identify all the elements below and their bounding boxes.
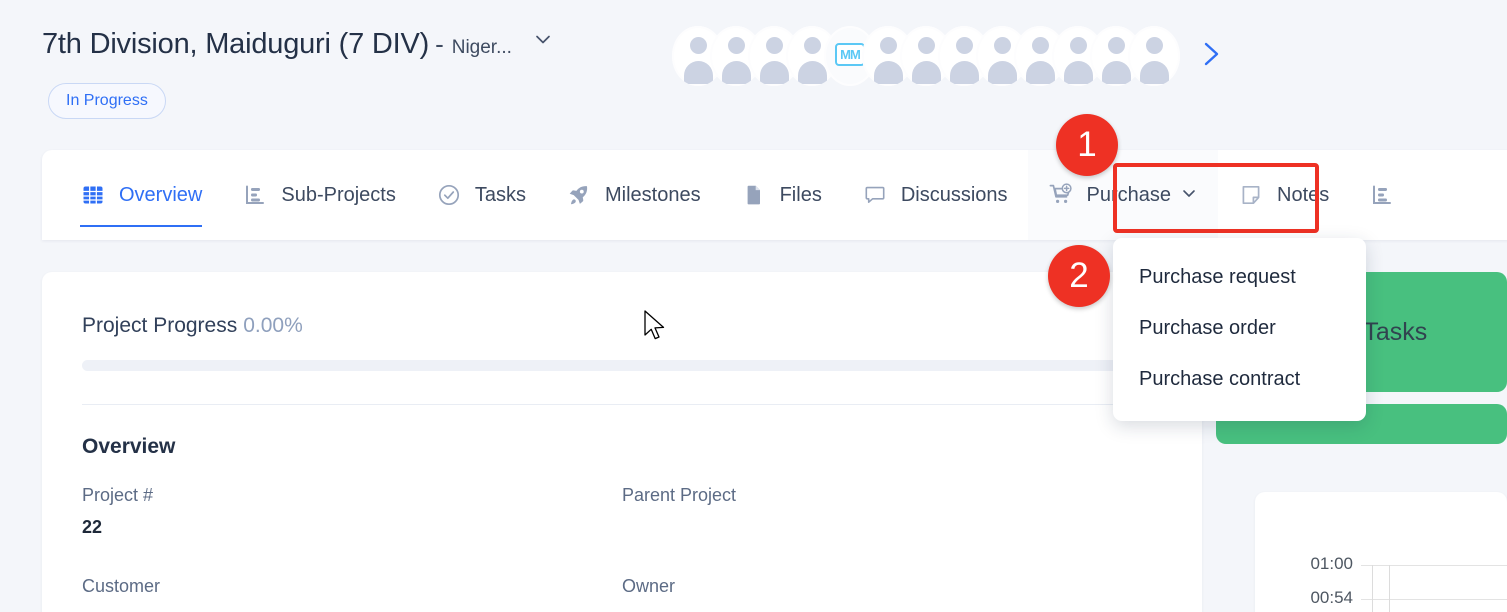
project-progress-section: Project Progress 0.00% [42, 272, 1202, 405]
chevron-right-icon[interactable] [1198, 38, 1224, 75]
tab-label: Purchase [1086, 183, 1172, 206]
tab-label: Tasks [474, 183, 526, 206]
progress-label: Project Progress [82, 314, 238, 337]
progress-label-row: Project Progress 0.00% [82, 314, 1162, 338]
sticky-note-icon [1238, 182, 1264, 208]
overview-field-grid: Project # 22 Parent Project Customer Own… [82, 485, 1162, 612]
tab-notes[interactable]: Notes [1218, 150, 1349, 240]
tab-label: Notes [1277, 183, 1330, 206]
field-customer: Customer [82, 576, 622, 612]
check-circle-icon [436, 182, 462, 208]
project-subtitle: Niger... [451, 37, 512, 58]
mm-logo-icon: MM [835, 43, 865, 66]
tab-discussions[interactable]: Discussions [842, 150, 1028, 240]
tab-sub-projects[interactable]: Sub-Projects [222, 150, 416, 240]
grid-icon [80, 182, 106, 208]
file-icon [741, 182, 767, 208]
gantt-chart-icon [1369, 182, 1395, 208]
chart-vline [1389, 565, 1390, 612]
rocket-icon [566, 182, 592, 208]
status-badge[interactable]: In Progress [48, 83, 166, 119]
menu-item-purchase-order[interactable]: Purchase order [1113, 303, 1366, 354]
tab-tasks[interactable]: Tasks [416, 150, 546, 240]
tab-label: Files [779, 183, 822, 206]
field-label: Customer [82, 576, 161, 596]
progress-bar [82, 360, 1162, 371]
avatar-group: MM [672, 26, 1224, 86]
chat-bubble-icon [862, 182, 888, 208]
chart-plot-area: 01:00 00:54 [1275, 532, 1507, 612]
tab-label: Discussions [900, 183, 1008, 206]
chart-ytick: 01:00 [1310, 554, 1353, 573]
app-root: 7th Division, Maiduguri (7 DIV) - Niger.… [0, 0, 1507, 612]
chart-vline [1372, 565, 1373, 612]
tab-milestones[interactable]: Milestones [546, 150, 721, 240]
field-label: Project # [82, 485, 154, 505]
tab-label: Overview [119, 183, 203, 206]
tab-label: Milestones [604, 183, 701, 206]
section-divider [82, 404, 1162, 405]
chart-ytick: 00:54 [1310, 588, 1353, 607]
time-chart-card: 01:00 00:54 [1255, 492, 1507, 612]
title-separator: - [435, 29, 444, 59]
tab-overview[interactable]: Overview [60, 150, 222, 240]
chart-gridline [1361, 565, 1507, 566]
purchase-dropdown-menu: Purchase request Purchase order Purchase… [1113, 238, 1366, 421]
tab-label: Sub-Projects [281, 183, 396, 206]
tab-bar: Overview Sub-Projects Tasks Milestones F… [60, 150, 1428, 240]
tab-gantt[interactable] [1349, 150, 1428, 240]
field-value [622, 517, 1162, 539]
chart-gridline [1361, 599, 1507, 600]
overview-heading: Overview [82, 435, 176, 458]
field-owner: Owner [622, 576, 1162, 612]
field-parent-project: Parent Project [622, 485, 1162, 539]
field-value [622, 608, 1162, 612]
field-label: Owner [622, 576, 676, 596]
field-value: 22 [82, 517, 103, 537]
tab-files[interactable]: Files [721, 150, 842, 240]
page-title: 7th Division, Maiduguri (7 DIV) [42, 28, 430, 60]
chevron-down-icon[interactable] [1180, 184, 1198, 208]
project-title-row: 7th Division, Maiduguri (7 DIV) - Niger.… [42, 28, 554, 61]
annotation-step-badge-1: 1 [1056, 114, 1118, 176]
chevron-down-icon[interactable] [532, 28, 554, 55]
field-value [82, 608, 622, 612]
page-header: 7th Division, Maiduguri (7 DIV) - Niger.… [0, 0, 1507, 137]
overview-content-card: Project Progress 0.00% Overview Project #… [42, 272, 1202, 612]
tab-bar-card: Overview Sub-Projects Tasks Milestones F… [42, 150, 1507, 240]
avatar[interactable] [1128, 26, 1180, 86]
hierarchy-chart-icon [242, 182, 268, 208]
tab-purchase[interactable]: Purchase [1027, 150, 1219, 240]
field-project-number: Project # 22 [82, 485, 622, 539]
field-label: Parent Project [622, 485, 737, 505]
menu-item-purchase-request[interactable]: Purchase request [1113, 252, 1366, 303]
menu-item-purchase-contract[interactable]: Purchase contract [1113, 354, 1366, 405]
progress-percent: 0.00% [243, 314, 303, 337]
annotation-step-badge-2: 2 [1048, 245, 1110, 307]
overview-section: Overview Project # 22 Parent Project Cus… [42, 405, 1202, 612]
cart-plus-icon [1048, 182, 1074, 208]
